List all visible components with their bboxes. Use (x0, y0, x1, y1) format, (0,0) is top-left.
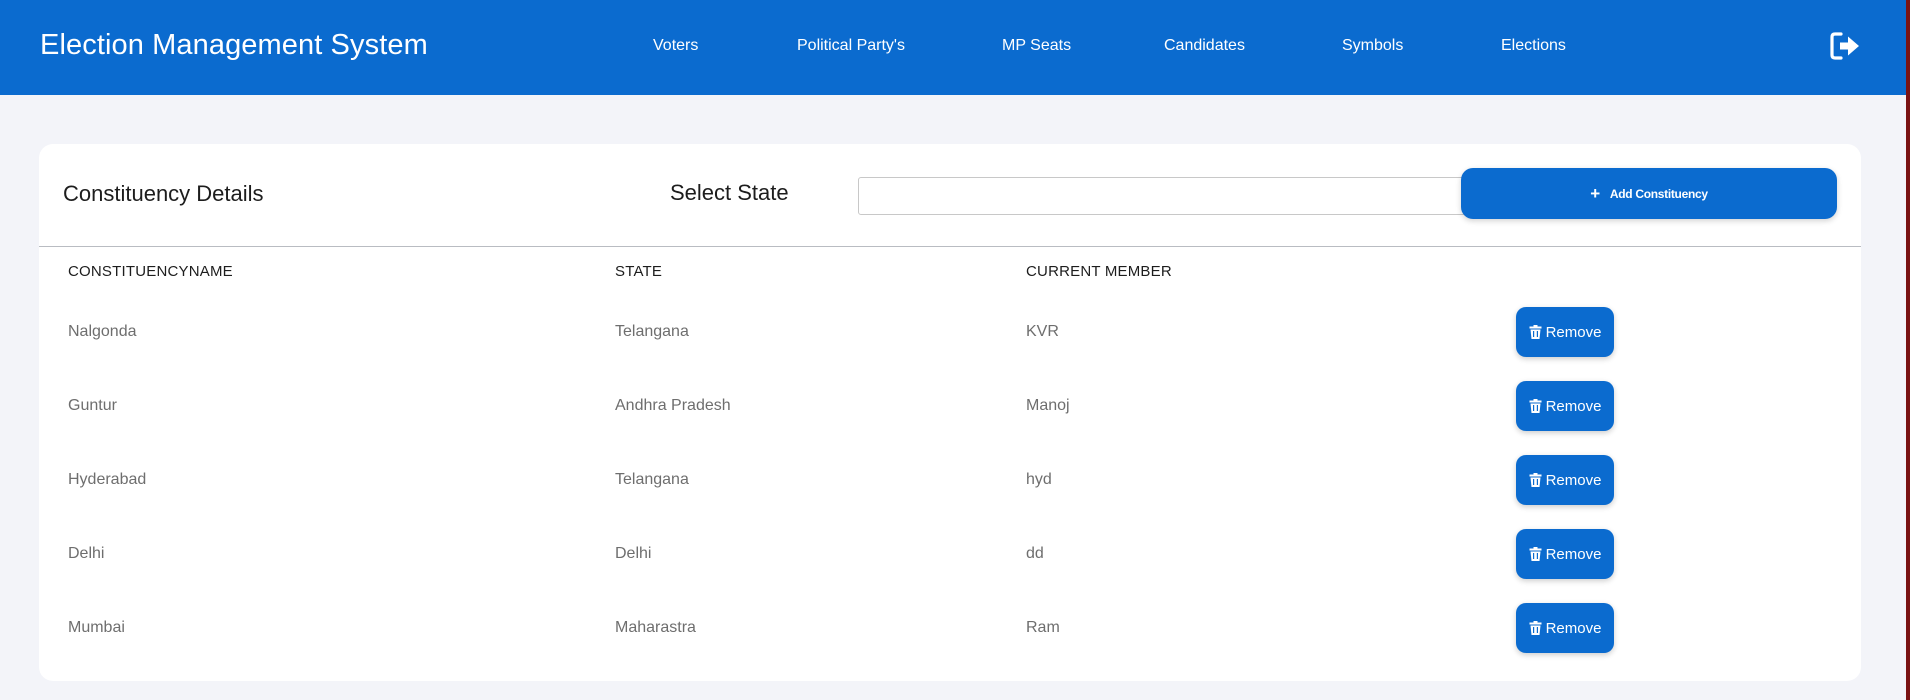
trash-icon (1529, 473, 1542, 487)
nav-political-parties[interactable]: Political Party's (797, 37, 905, 55)
window-edge (1906, 0, 1910, 700)
trash-icon (1529, 547, 1542, 561)
table-row: Mumbai Maharastra Ram Remove (39, 603, 1861, 677)
nav-elections[interactable]: Elections (1501, 37, 1566, 55)
nav-voters[interactable]: Voters (653, 37, 698, 55)
page-title: Constituency Details (63, 181, 264, 206)
remove-label: Remove (1545, 471, 1602, 489)
constituency-name-cell: Nalgonda (68, 323, 137, 340)
current-member-cell: hyd (1026, 471, 1052, 488)
constituency-name-cell: Mumbai (68, 619, 125, 636)
current-member-cell: KVR (1026, 323, 1059, 340)
table-row: Delhi Delhi dd Remove (39, 529, 1861, 603)
column-header-state: STATE (615, 263, 663, 280)
state-cell: Telangana (615, 471, 689, 488)
table-row: Nalgonda Telangana KVR Remove (39, 307, 1861, 381)
constituency-name-cell: Delhi (68, 545, 105, 562)
constituency-name-cell: Guntur (68, 397, 117, 414)
remove-button[interactable]: Remove (1516, 307, 1614, 357)
table-row: Guntur Andhra Pradesh Manoj Remove (39, 381, 1861, 455)
remove-label: Remove (1545, 323, 1602, 341)
column-header-current-member: CURRENT MEMBER (1026, 263, 1172, 280)
state-cell: Delhi (615, 545, 652, 562)
state-cell: Andhra Pradesh (615, 397, 731, 414)
nav-symbols[interactable]: Symbols (1342, 37, 1403, 55)
top-navbar: Election Management System Voters Politi… (0, 0, 1906, 95)
trash-icon (1529, 399, 1542, 413)
select-state-label: Select State (670, 180, 789, 205)
remove-button[interactable]: Remove (1516, 603, 1614, 653)
nav-mp-seats[interactable]: MP Seats (1002, 37, 1071, 55)
add-constituency-button[interactable]: + Add Constituency (1461, 168, 1837, 219)
constituency-card: Constituency Details Select State + Add … (39, 144, 1861, 681)
current-member-cell: Ram (1026, 619, 1060, 636)
constituency-name-cell: Hyderabad (68, 471, 147, 488)
remove-label: Remove (1545, 397, 1602, 415)
state-select-input[interactable] (858, 177, 1480, 215)
state-cell: Telangana (615, 323, 689, 340)
logout-icon[interactable] (1829, 31, 1863, 61)
trash-icon (1529, 621, 1542, 635)
column-header-constituency-name: CONSTITUENCYNAME (68, 263, 233, 280)
remove-label: Remove (1545, 545, 1602, 563)
remove-label: Remove (1545, 619, 1602, 637)
remove-button[interactable]: Remove (1516, 529, 1614, 579)
remove-button[interactable]: Remove (1516, 455, 1614, 505)
current-member-cell: dd (1026, 545, 1044, 562)
table-row: Hyderabad Telangana hyd Remove (39, 455, 1861, 529)
current-member-cell: Manoj (1026, 397, 1070, 414)
header-divider (39, 246, 1861, 247)
nav-candidates[interactable]: Candidates (1164, 37, 1245, 55)
plus-icon: + (1590, 184, 1600, 203)
add-constituency-label: Add Constituency (1609, 186, 1708, 201)
trash-icon (1529, 325, 1542, 339)
remove-button[interactable]: Remove (1516, 381, 1614, 431)
main-nav: Voters Political Party's MP Seats Candid… (0, 37, 1600, 59)
state-cell: Maharastra (615, 619, 696, 636)
